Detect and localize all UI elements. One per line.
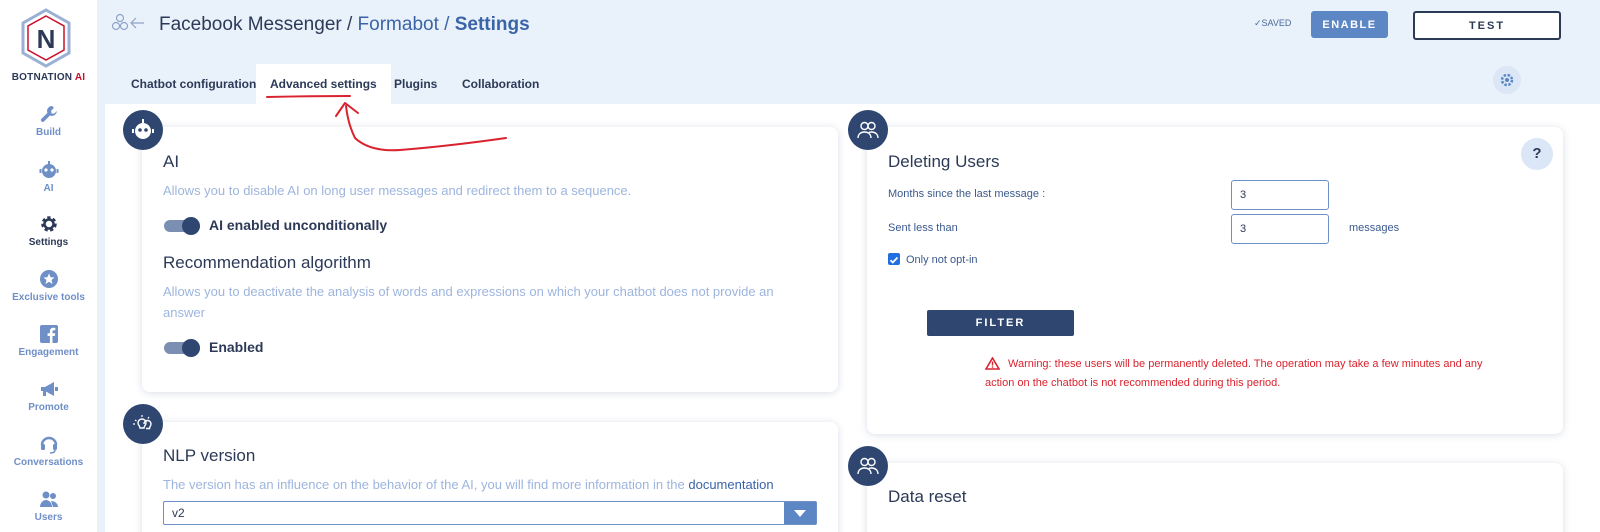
brand-name-b: AI bbox=[72, 72, 86, 83]
sidebar-item-engagement[interactable]: Engagement bbox=[0, 324, 97, 358]
ai-card-badge bbox=[123, 110, 163, 150]
recommendation-toggle-label: Enabled bbox=[209, 339, 264, 355]
sidebar-item-build[interactable]: Build bbox=[0, 104, 97, 138]
sidebar-item-label: Settings bbox=[28, 237, 69, 248]
ai-unconditional-toggle[interactable] bbox=[164, 217, 202, 235]
sidebar-item-conversations[interactable]: Conversations bbox=[0, 434, 97, 468]
users-icon bbox=[39, 491, 58, 507]
wrench-icon bbox=[40, 106, 57, 122]
nlp-card-description: The version has an influence on the beha… bbox=[163, 474, 823, 495]
chevron-down-icon bbox=[784, 502, 816, 524]
data-reset-card bbox=[867, 463, 1563, 532]
help-button[interactable]: ? bbox=[1521, 138, 1553, 170]
breadcrumb-bot[interactable]: Formabot / bbox=[358, 14, 455, 35]
users-card-badge bbox=[848, 110, 888, 150]
breadcrumb-current: Settings bbox=[454, 14, 530, 35]
headset-icon bbox=[40, 436, 57, 454]
sent-messages-input[interactable] bbox=[1231, 214, 1329, 244]
brand-name-a: BOTNATION bbox=[11, 72, 73, 83]
sidebar: N BOTNATION AI Build AI Settings Exclusi… bbox=[0, 0, 97, 532]
brand-name: BOTNATION AI bbox=[0, 72, 97, 83]
checkmark-icon bbox=[889, 256, 899, 264]
ai-card-description: Allows you to disable AI on long user me… bbox=[163, 183, 632, 198]
botnation-logo[interactable]: N bbox=[20, 8, 72, 68]
nlp-card-badge bbox=[123, 404, 163, 444]
sidebar-item-settings[interactable]: Settings bbox=[0, 214, 97, 248]
sidebar-item-users[interactable]: Users bbox=[0, 489, 97, 523]
sidebar-item-label: Exclusive tools bbox=[12, 292, 85, 303]
months-label: Months since the last message : bbox=[888, 188, 1046, 200]
robot-icon bbox=[39, 161, 58, 178]
nlp-version-select[interactable]: v2 bbox=[163, 501, 817, 525]
ai-card-title: AI bbox=[163, 152, 180, 171]
facebook-icon bbox=[39, 325, 58, 343]
only-not-optin-label: Only not opt-in bbox=[906, 254, 978, 266]
delete-warning-text: Warning: these users will be permanently… bbox=[985, 358, 1483, 389]
sidebar-item-label: Engagement bbox=[18, 347, 79, 358]
sidebar-item-ai[interactable]: AI bbox=[0, 160, 97, 194]
recommendation-toggle[interactable] bbox=[164, 339, 202, 357]
nlp-description-text: The version has an influence on the beha… bbox=[163, 477, 689, 492]
settings-gear-button[interactable] bbox=[1493, 66, 1521, 94]
filter-button[interactable]: FILTER bbox=[927, 310, 1074, 336]
enable-button[interactable]: ENABLE bbox=[1311, 11, 1388, 38]
lightbulb-icon bbox=[133, 415, 152, 430]
page-title: Facebook Messenger / Formabot / Settings bbox=[159, 14, 530, 36]
only-not-optin-checkbox[interactable] bbox=[888, 253, 900, 265]
tab-chatbot-configuration[interactable]: Chatbot configuration bbox=[117, 64, 270, 104]
users-icon bbox=[857, 457, 879, 475]
test-button[interactable]: TEST bbox=[1413, 11, 1561, 40]
recommendation-description: Allows you to deactivate the analysis of… bbox=[163, 284, 774, 320]
documentation-link[interactable]: documentation bbox=[688, 477, 773, 492]
nlp-version-value: v2 bbox=[172, 506, 185, 520]
sent-less-than-label: Sent less than bbox=[888, 222, 958, 234]
breadcrumb-channel: Facebook Messenger / bbox=[159, 14, 358, 35]
saved-status: ✓SAVED bbox=[1254, 18, 1292, 28]
months-input[interactable] bbox=[1231, 180, 1329, 210]
gear-icon bbox=[40, 216, 57, 232]
nlp-card-title: NLP version bbox=[163, 446, 256, 465]
logo-letter: N bbox=[37, 24, 56, 54]
reset-card-badge bbox=[848, 446, 888, 486]
ai-unconditional-label: AI enabled unconditionally bbox=[209, 217, 388, 233]
sidebar-item-label: Promote bbox=[28, 402, 69, 413]
robot-icon bbox=[132, 119, 154, 139]
back-icon[interactable] bbox=[110, 13, 148, 33]
sidebar-item-label: Build bbox=[36, 127, 61, 138]
data-reset-title: Data reset bbox=[888, 487, 967, 506]
sidebar-item-promote[interactable]: Promote bbox=[0, 379, 97, 413]
star-icon bbox=[39, 270, 58, 288]
sidebar-item-label: Conversations bbox=[13, 457, 84, 468]
sidebar-item-label: Users bbox=[34, 512, 63, 523]
users-icon bbox=[857, 121, 879, 139]
deleting-users-title: Deleting Users bbox=[888, 152, 1000, 171]
sidebar-item-exclusive-tools[interactable]: Exclusive tools bbox=[0, 269, 97, 303]
gear-icon bbox=[1500, 73, 1514, 87]
messages-label: messages bbox=[1349, 222, 1400, 234]
annotation-arrow bbox=[266, 95, 507, 152]
megaphone-icon bbox=[40, 382, 58, 396]
sidebar-item-label: AI bbox=[43, 183, 54, 194]
recommendation-title: Recommendation algorithm bbox=[163, 253, 371, 272]
